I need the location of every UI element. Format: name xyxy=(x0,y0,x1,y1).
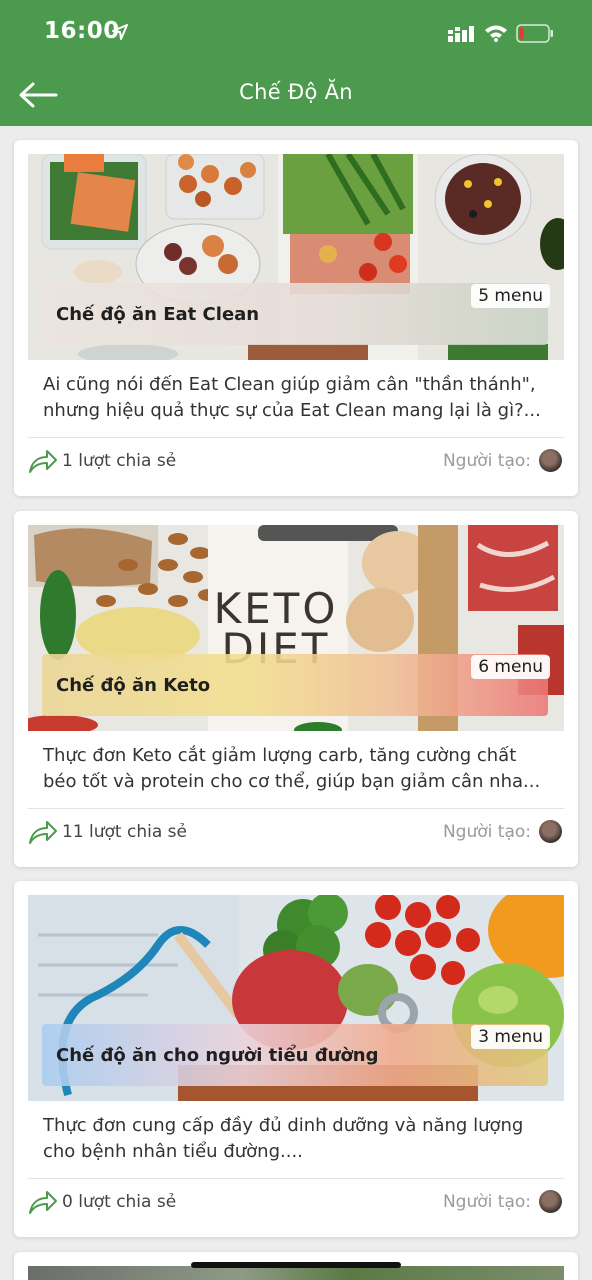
creator-label: Người tạo: xyxy=(442,451,531,471)
home-indicator[interactable] xyxy=(191,1262,401,1268)
divider xyxy=(28,1178,564,1179)
diet-card-eat-clean[interactable]: Chế độ ăn Eat Clean 5 menu Ai cũng nói đ… xyxy=(14,140,578,496)
menu-count-badge: 6 menu xyxy=(471,655,550,679)
page-title: Chế Độ Ăn xyxy=(239,80,353,104)
share-icon[interactable] xyxy=(28,448,58,474)
app-bar: 16:00 Chế Độ Ăn xyxy=(0,0,592,126)
wifi-icon xyxy=(485,25,507,42)
status-time: 16:00 xyxy=(44,18,120,44)
diet-image: Chế độ ăn Eat Clean 5 menu xyxy=(28,154,564,360)
diet-image: KETO DIET Chế độ ăn Keto 6 menu xyxy=(28,525,564,731)
share-icon[interactable] xyxy=(28,1189,58,1215)
diet-image xyxy=(28,1266,564,1280)
creator-label: Người tạo: xyxy=(442,822,531,842)
diet-name: Chế độ ăn cho người tiểu đường xyxy=(56,1045,379,1066)
battery-icon xyxy=(516,24,553,43)
share-count: 11 lượt chia sẻ xyxy=(62,822,187,842)
share-count: 0 lượt chia sẻ xyxy=(62,1192,177,1212)
diet-name: Chế độ ăn Eat Clean xyxy=(56,304,260,325)
creator-label: Người tạo: xyxy=(442,1192,531,1212)
diet-image: Chế độ ăn cho người tiểu đường 3 menu xyxy=(28,895,564,1101)
diet-card-diabetes[interactable]: Chế độ ăn cho người tiểu đường 3 menu Th… xyxy=(14,881,578,1237)
divider xyxy=(28,437,564,438)
menu-count-badge: 3 menu xyxy=(471,1025,550,1049)
signal-icon xyxy=(448,26,474,42)
status-bar: 16:00 xyxy=(0,0,592,66)
diet-name: Chế độ ăn Keto xyxy=(56,675,211,696)
diet-card-keto[interactable]: KETO DIET Chế độ ăn Keto 6 menu Thực đơn… xyxy=(14,511,578,867)
diet-description: Ai cũng nói đến Eat Clean giúp giảm cân … xyxy=(43,374,541,421)
avatar[interactable] xyxy=(539,449,562,472)
avatar[interactable] xyxy=(539,1190,562,1213)
avatar[interactable] xyxy=(539,820,562,843)
location-arrow-icon xyxy=(112,24,128,40)
share-icon[interactable] xyxy=(28,819,58,845)
share-count: 1 lượt chia sẻ xyxy=(62,451,177,471)
divider xyxy=(28,808,564,809)
menu-count-badge: 5 menu xyxy=(471,284,550,308)
diet-description: Thực đơn cung cấp đầy đủ dinh dưỡng và n… xyxy=(43,1115,524,1162)
diet-description: Thực đơn Keto cắt giảm lượng carb, tăng … xyxy=(43,745,541,792)
